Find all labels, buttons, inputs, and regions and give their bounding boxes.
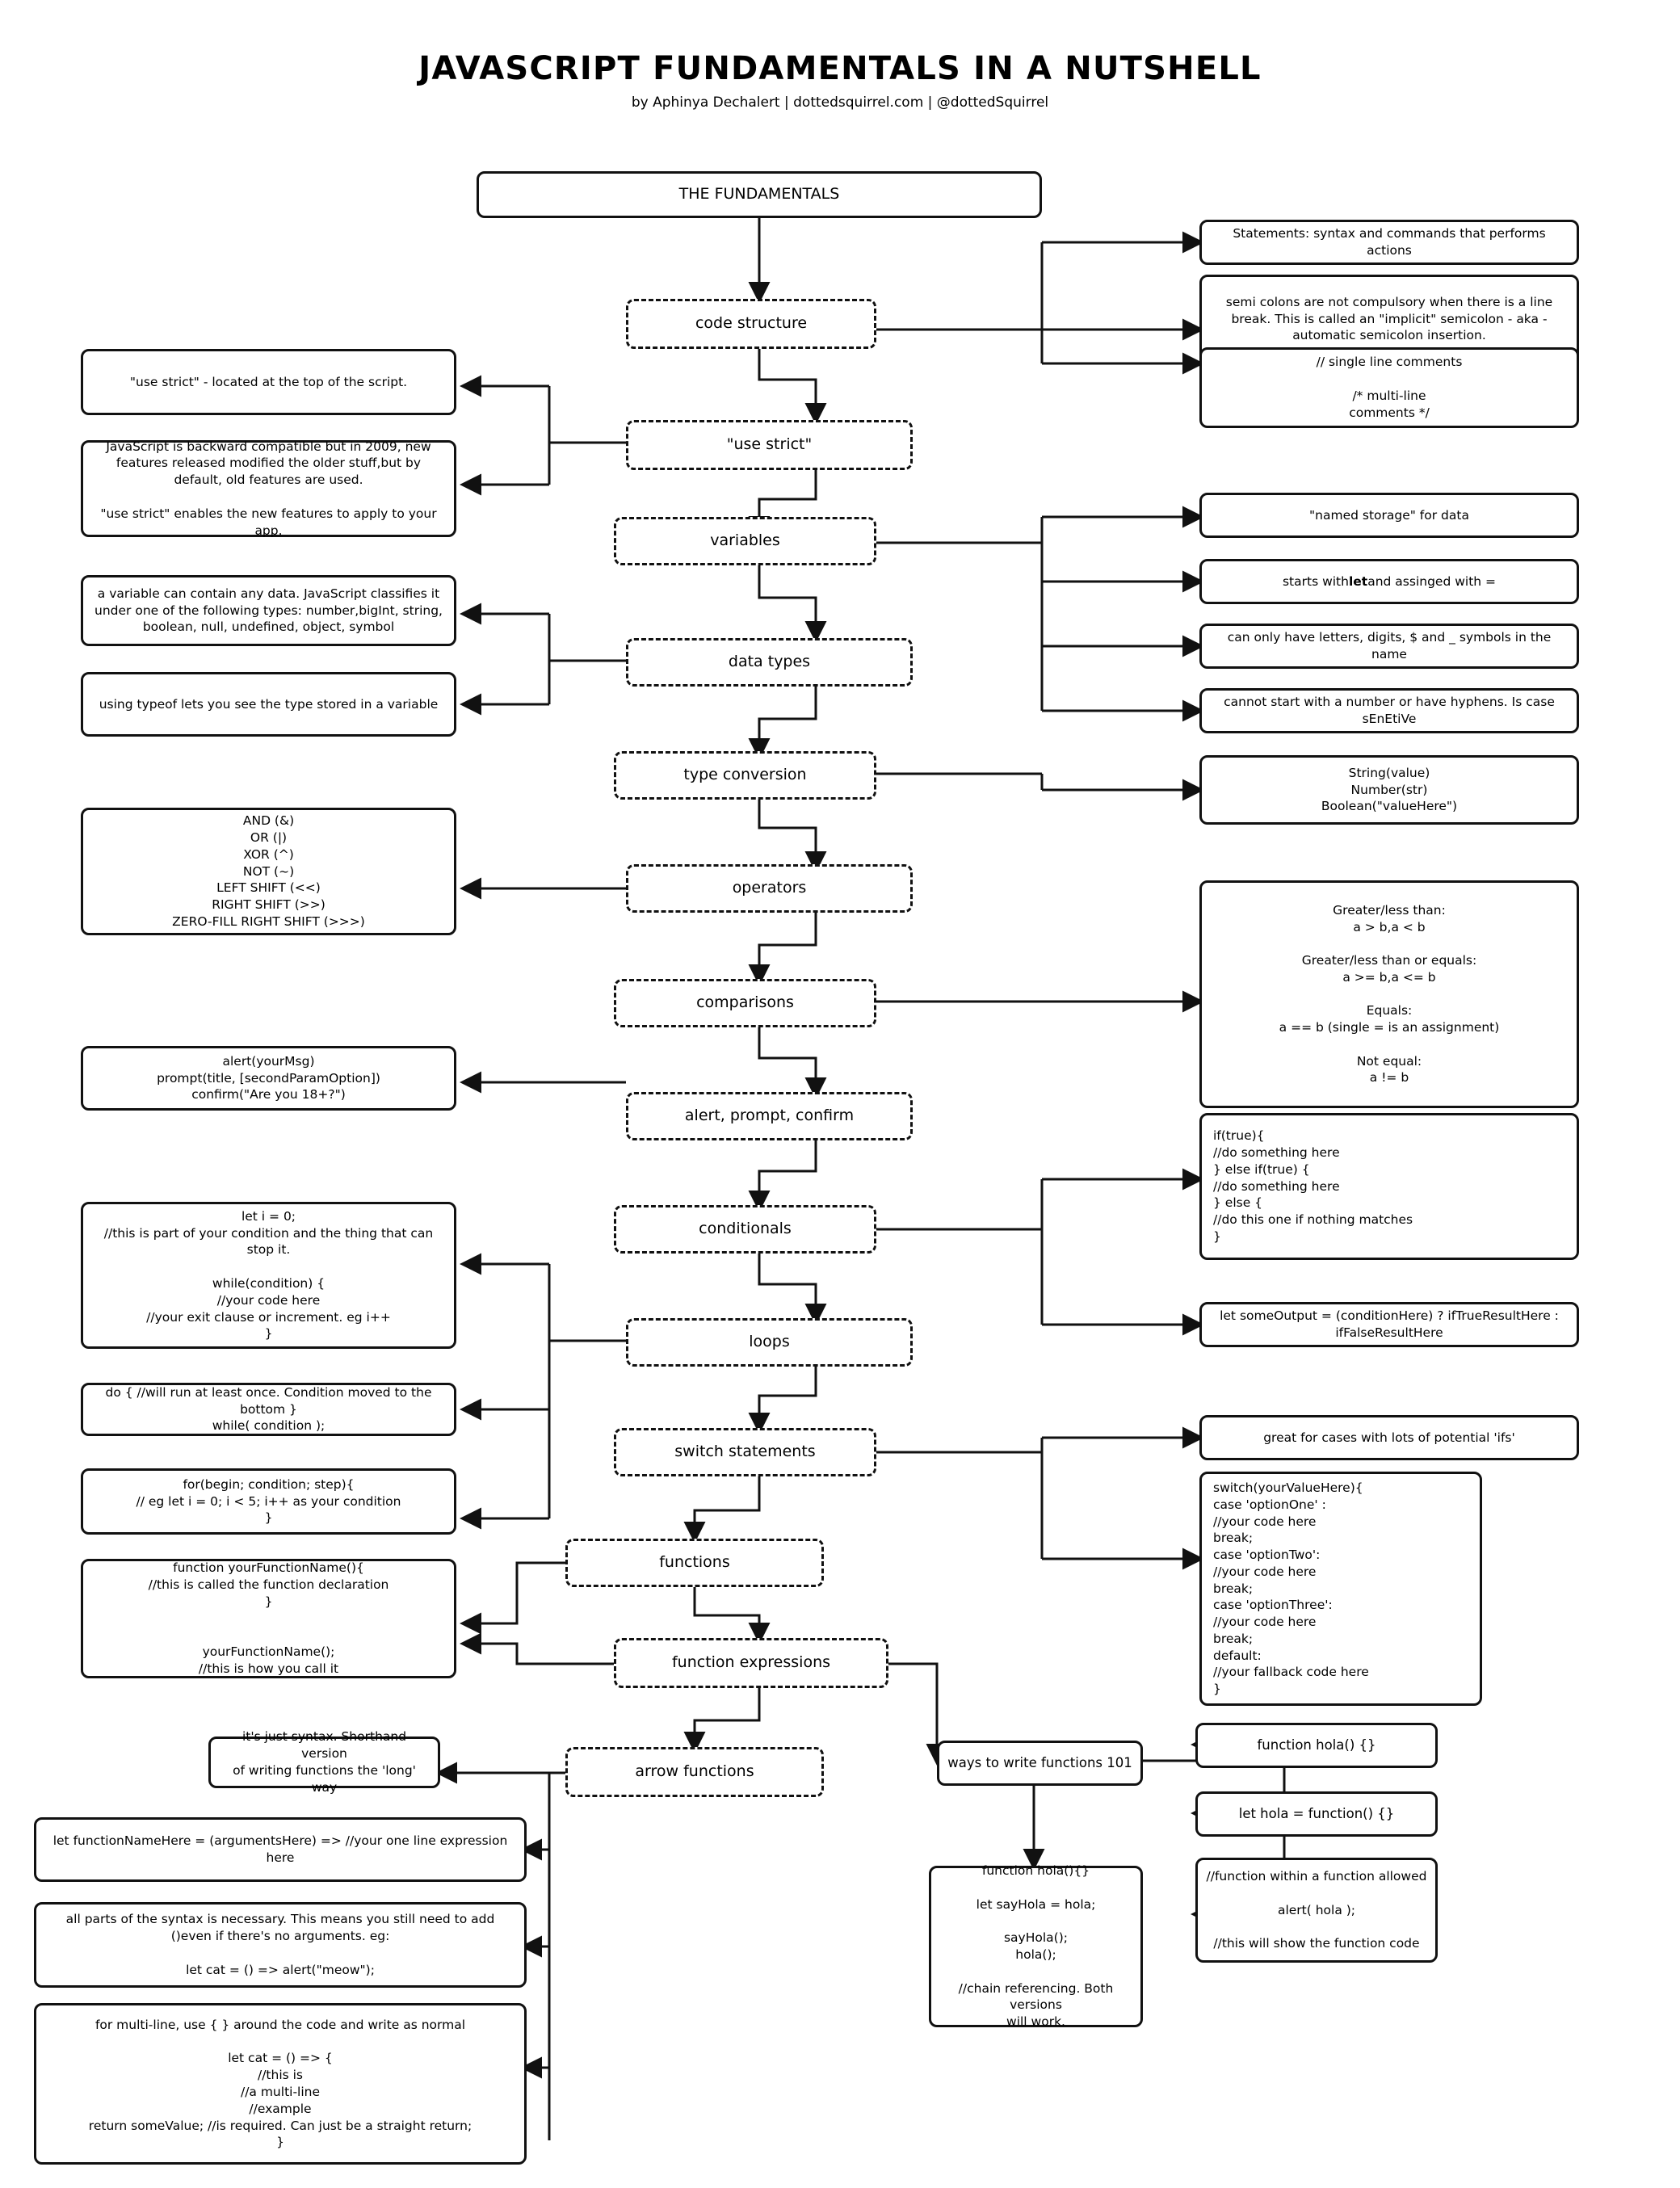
note-bitwise-operators[interactable]: AND (&) OR (|) XOR (^) NOT (~) LEFT SHIF… [81, 808, 456, 935]
node-use-strict[interactable]: "use strict" [626, 420, 913, 470]
note-switch-code[interactable]: switch(yourValueHere){ case 'optionOne' … [1199, 1472, 1482, 1706]
note-function-declaration[interactable]: function yourFunctionName(){ //this is c… [81, 1559, 456, 1678]
note-comments[interactable]: // single line comments /* multi-line co… [1199, 347, 1579, 428]
node-label: data types [728, 653, 811, 671]
note-arrow-multiline[interactable]: for multi-line, use { } around the code … [34, 2003, 527, 2165]
node-label: operators [732, 879, 807, 897]
note-text: let hola = function() {} [1238, 1805, 1395, 1821]
note-function-declaration-short[interactable]: function hola() {} [1195, 1723, 1438, 1768]
note-text: AND (&) OR (|) XOR (^) NOT (~) LEFT SHIF… [172, 813, 365, 929]
note-text: semi colons are not compulsory when ther… [1225, 294, 1553, 343]
note-type-conversion-functions[interactable]: String(value) Number(str) Boolean("value… [1199, 755, 1579, 825]
note-text: Greater/less than: a > b,a < b Greater/l… [1279, 902, 1500, 1086]
note-comparison-operators[interactable]: Greater/less than: a > b,a < b Greater/l… [1199, 880, 1579, 1108]
node-label: switch statements [674, 1443, 816, 1461]
node-functions[interactable]: functions [565, 1539, 824, 1587]
note-name-chars[interactable]: can only have letters, digits, $ and _ s… [1199, 624, 1579, 669]
note-text-prefix: starts with [1282, 573, 1349, 589]
node-the-fundamentals[interactable]: THE FUNDAMENTALS [477, 171, 1042, 218]
note-do-while[interactable]: do { //will run at least once. Condition… [81, 1383, 456, 1436]
note-if-else[interactable]: if(true){ //do something here } else if(… [1199, 1113, 1579, 1260]
node-label: "use strict" [726, 435, 813, 454]
note-text: can only have letters, digits, $ and _ s… [1227, 630, 1552, 661]
note-text: function hola() {} [1257, 1737, 1376, 1753]
note-text: let someOutput = (conditionHere) ? ifTru… [1220, 1308, 1559, 1340]
note-starts-with-let[interactable]: starts with let and assinged with = [1199, 559, 1579, 604]
node-label: variables [710, 531, 780, 550]
note-text: function hola(){} let sayHola = hola; sa… [958, 1863, 1114, 2030]
note-text: cannot start with a number or have hyphe… [1224, 695, 1555, 726]
note-for-loop[interactable]: for(begin; condition; step){ // eg let i… [81, 1468, 456, 1535]
note-text: "use strict" - located at the top of the… [129, 374, 408, 389]
note-switch-good-for[interactable]: great for cases with lots of potential '… [1199, 1415, 1579, 1460]
page-byline: by Aphinya Dechalert | dottedsquirrel.co… [631, 94, 1049, 111]
node-function-expressions[interactable]: function expressions [614, 1638, 888, 1688]
node-arrow-functions[interactable]: arrow functions [565, 1747, 824, 1797]
node-switch-statements[interactable]: switch statements [614, 1428, 876, 1476]
note-nested-function[interactable]: //function within a function allowed ale… [1195, 1858, 1438, 1963]
node-data-types[interactable]: data types [626, 638, 913, 687]
note-text: a variable can contain any data. JavaScr… [94, 586, 443, 635]
node-label: comparisons [696, 993, 794, 1012]
note-text: function yourFunctionName(){ //this is c… [148, 1560, 389, 1676]
note-variable-types[interactable]: a variable can contain any data. JavaScr… [81, 575, 456, 646]
note-text: let functionNameHere = (argumentsHere) =… [52, 1833, 508, 1865]
node-operators[interactable]: operators [626, 864, 913, 913]
note-text: using typeof lets you see the type store… [99, 696, 439, 712]
note-text: String(value) Number(str) Boolean("value… [1321, 765, 1458, 814]
note-text: all parts of the syntax is necessary. Th… [65, 1912, 495, 1977]
node-label: loops [749, 1333, 790, 1351]
note-text: do { //will run at least once. Condition… [105, 1384, 432, 1434]
node-conditionals[interactable]: conditionals [614, 1205, 876, 1254]
note-text: for(begin; condition; step){ // eg let i… [136, 1476, 401, 1526]
note-text: // single line comments /* multi-line co… [1316, 355, 1463, 420]
note-arrow-shorthand[interactable]: it's just syntax. Shorthand version of w… [208, 1729, 440, 1795]
note-text: for multi-line, use { } around the code … [88, 2017, 472, 2150]
node-label: arrow functions [635, 1762, 754, 1781]
note-name-rules[interactable]: cannot start with a number or have hyphe… [1199, 688, 1579, 733]
node-alert-prompt-confirm[interactable]: alert, prompt, confirm [626, 1092, 913, 1140]
note-text: alert(yourMsg) prompt(title, [secondPara… [157, 1053, 380, 1102]
note-ternary[interactable]: let someOutput = (conditionHere) ? ifTru… [1199, 1302, 1579, 1347]
note-use-strict-location[interactable]: "use strict" - located at the top of the… [81, 349, 456, 415]
note-typeof[interactable]: using typeof lets you see the type store… [81, 672, 456, 737]
page-title: JAVASCRIPT FUNDAMENTALS IN A NUTSHELL [418, 50, 1262, 87]
note-text: "named storage" for data [1309, 507, 1469, 523]
keyword-let: let [1348, 573, 1368, 589]
note-chain-referencing[interactable]: function hola(){} let sayHola = hola; sa… [929, 1863, 1143, 2029]
node-label: function expressions [671, 1653, 831, 1672]
node-type-conversion[interactable]: type conversion [614, 751, 876, 800]
node-label: code structure [695, 314, 808, 333]
node-code-structure[interactable]: code structure [626, 299, 876, 349]
note-ways-to-write-functions[interactable]: ways to write functions 101 [937, 1741, 1143, 1786]
note-arrow-parens[interactable]: all parts of the syntax is necessary. Th… [34, 1902, 527, 1988]
note-named-storage[interactable]: "named storage" for data [1199, 493, 1579, 538]
note-arrow-syntax[interactable]: let functionNameHere = (argumentsHere) =… [34, 1817, 527, 1882]
note-text-suffix: and assinged with = [1367, 573, 1497, 589]
note-text: let i = 0; //this is part of your condit… [103, 1208, 434, 1342]
node-loops[interactable]: loops [626, 1318, 913, 1367]
note-alert-prompt-confirm[interactable]: alert(yourMsg) prompt(title, [secondPara… [81, 1046, 456, 1111]
node-label: type conversion [683, 766, 807, 784]
node-variables[interactable]: variables [614, 517, 876, 565]
note-text: it's just syntax. Shorthand version of w… [233, 1729, 416, 1795]
infographic-canvas: JAVASCRIPT FUNDAMENTALS IN A NUTSHELL by… [0, 0, 1680, 2188]
note-text: great for cases with lots of potential '… [1263, 1430, 1515, 1445]
note-statements[interactable]: Statements: syntax and commands that per… [1199, 220, 1579, 265]
note-text: JavaScript is backward compatible but in… [100, 439, 437, 538]
node-label: functions [659, 1553, 730, 1572]
note-text: //function within a function allowed ale… [1206, 1869, 1427, 1951]
node-label: alert, prompt, confirm [684, 1107, 855, 1125]
node-label: conditionals [699, 1220, 792, 1238]
note-text: ways to write functions 101 [947, 1754, 1132, 1770]
note-function-expression-short[interactable]: let hola = function() {} [1195, 1791, 1438, 1837]
note-text: if(true){ //do something here } else if(… [1213, 1128, 1413, 1244]
note-backward-compatible[interactable]: JavaScript is backward compatible but in… [81, 439, 456, 538]
node-comparisons[interactable]: comparisons [614, 979, 876, 1027]
note-while-loop[interactable]: let i = 0; //this is part of your condit… [81, 1202, 456, 1349]
note-text: Statements: syntax and commands that per… [1233, 226, 1546, 258]
note-text: switch(yourValueHere){ case 'optionOne' … [1213, 1480, 1369, 1697]
node-label: THE FUNDAMENTALS [678, 185, 840, 204]
